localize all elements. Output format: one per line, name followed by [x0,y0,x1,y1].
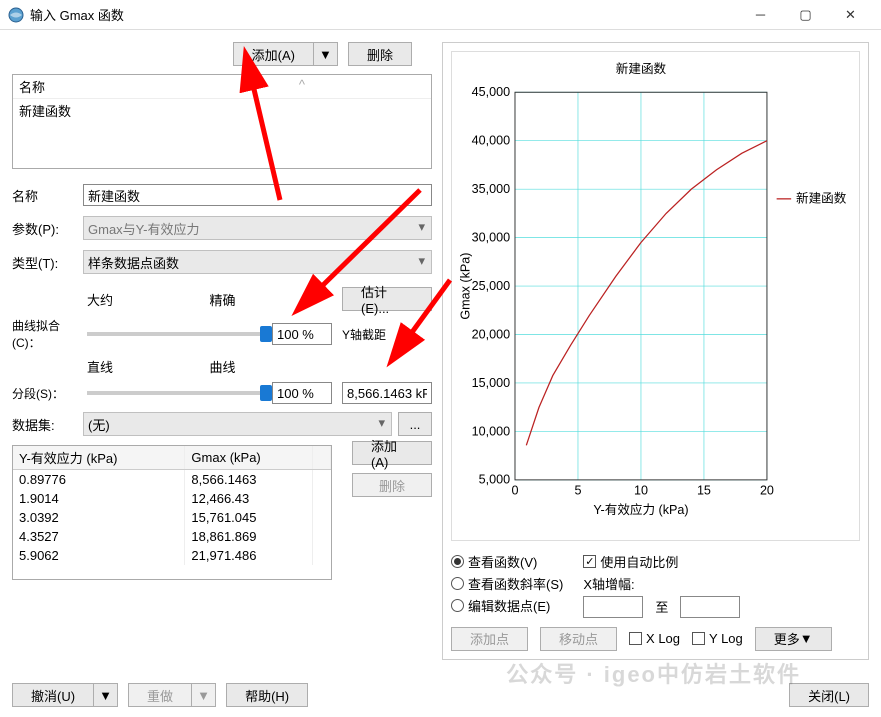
svg-text:新建函数: 新建函数 [616,61,667,76]
row-delete-button: 删除 [352,473,432,497]
xinc-label: X轴增幅: [583,574,634,593]
data-table[interactable]: Y-有效应力 (kPa) Gmax (kPa) 0.897768,566.146… [12,445,332,580]
svg-text:Gmax (kPa): Gmax (kPa) [458,253,472,320]
close-button[interactable]: ✕ [828,0,873,30]
redo-dropdown: ▼ [192,683,216,707]
svg-text:20,000: 20,000 [472,327,510,341]
dataset-browse-button[interactable]: ... [398,412,432,436]
straight-label: 直线 [87,357,113,376]
yint-label: Y轴截距 [342,326,432,343]
svg-text:新建函数: 新建函数 [796,191,847,206]
undo-dropdown[interactable]: ▼ [94,683,118,707]
seg-slider[interactable] [87,391,266,395]
edit-points-radio[interactable]: 编辑数据点(E) [451,596,550,615]
svg-text:10: 10 [634,483,648,497]
svg-text:Y-有效应力 (kPa): Y-有效应力 (kPa) [593,502,688,517]
add-split-button[interactable]: 添加(A) ▼ [233,42,338,66]
table-row[interactable]: 3.039215,761.045 [13,508,331,527]
svg-text:5,000: 5,000 [479,473,510,487]
app-icon [8,7,24,23]
approx-label: 大约 [87,290,113,309]
svg-text:15,000: 15,000 [472,376,510,390]
xlog-check[interactable]: X Log [629,631,680,646]
add-point-button: 添加点 [451,627,528,651]
svg-text:30,000: 30,000 [472,230,510,244]
delete-button[interactable]: 删除 [348,42,412,66]
col-header-y[interactable]: Gmax (kPa) [185,446,313,470]
dataset-select[interactable]: (无) [83,412,392,436]
add-button[interactable]: 添加(A) [233,42,314,66]
svg-text:10,000: 10,000 [472,424,510,438]
redo-button: 重做 [128,683,192,707]
xinc-to[interactable] [680,596,740,618]
window-title: 输入 Gmax 函数 [30,5,738,24]
svg-text:15: 15 [697,483,711,497]
chart-area: 新建函数 0 5 10 15 20 5,000 10,000 15,000 20,000 25,00… [451,51,860,541]
svg-text:0: 0 [511,483,518,497]
svg-text:5: 5 [574,483,581,497]
curve-label: 曲线 [210,357,236,376]
name-label: 名称 [12,186,77,205]
col-header-x[interactable]: Y-有效应力 (kPa) [13,446,185,470]
type-label: 类型(T): [12,253,77,272]
list-item[interactable]: 新建函数 [13,99,431,122]
row-add-button[interactable]: 添加(A) [352,441,432,465]
seg-label: 分段(S)： [12,385,77,402]
estimate-button[interactable]: 估计(E)... [342,287,432,311]
function-list[interactable]: 名称 ^ 新建函数 [12,74,432,169]
view-slope-radio[interactable]: 查看函数斜率(S) [451,574,563,593]
help-button[interactable]: 帮助(H) [226,683,308,707]
xinc-from[interactable] [583,596,643,618]
add-dropdown[interactable]: ▼ [314,42,338,66]
fit-slider[interactable] [87,332,266,336]
watermark: 公众号 · igeo中仿岩土软件 [506,657,801,689]
exact-label: 精确 [210,290,236,309]
table-row[interactable]: 1.901412,466.43 [13,489,331,508]
table-row[interactable]: 0.897768,566.1463 [13,470,331,490]
svg-text:45,000: 45,000 [472,85,510,99]
ylog-check[interactable]: Y Log [692,631,743,646]
dataset-label: 数据集: [12,415,77,434]
auto-scale-check[interactable]: ✓使用自动比例 [583,552,678,571]
yint-value [342,382,432,404]
title-bar: 输入 Gmax 函数 ─ ▢ ✕ [0,0,881,30]
minimize-button[interactable]: ─ [738,0,783,30]
fit-label: 曲线拟合(C)： [12,317,77,351]
fit-percent[interactable] [272,323,332,345]
svg-text:20: 20 [760,483,774,497]
type-select[interactable]: 样条数据点函数 [83,250,432,274]
param-select: Gmax与Y-有效应力 [83,216,432,240]
param-label: 参数(P): [12,219,77,238]
name-input[interactable] [83,184,432,206]
close-dialog-button[interactable]: 关闭(L) [789,683,869,707]
seg-percent[interactable] [272,382,332,404]
list-header[interactable]: 名称 ^ [13,75,431,99]
maximize-button[interactable]: ▢ [783,0,828,30]
undo-button[interactable]: 撤消(U) [12,683,94,707]
more-button[interactable]: 更多 ▼ [755,627,832,651]
table-row[interactable]: 4.352718,861.869 [13,527,331,546]
svg-text:25,000: 25,000 [472,279,510,293]
svg-text:40,000: 40,000 [472,134,510,148]
view-func-radio[interactable]: 查看函数(V) [451,552,537,571]
move-point-button: 移动点 [540,627,617,651]
svg-text:35,000: 35,000 [472,182,510,196]
table-row[interactable]: 5.906221,971.486 [13,546,331,565]
